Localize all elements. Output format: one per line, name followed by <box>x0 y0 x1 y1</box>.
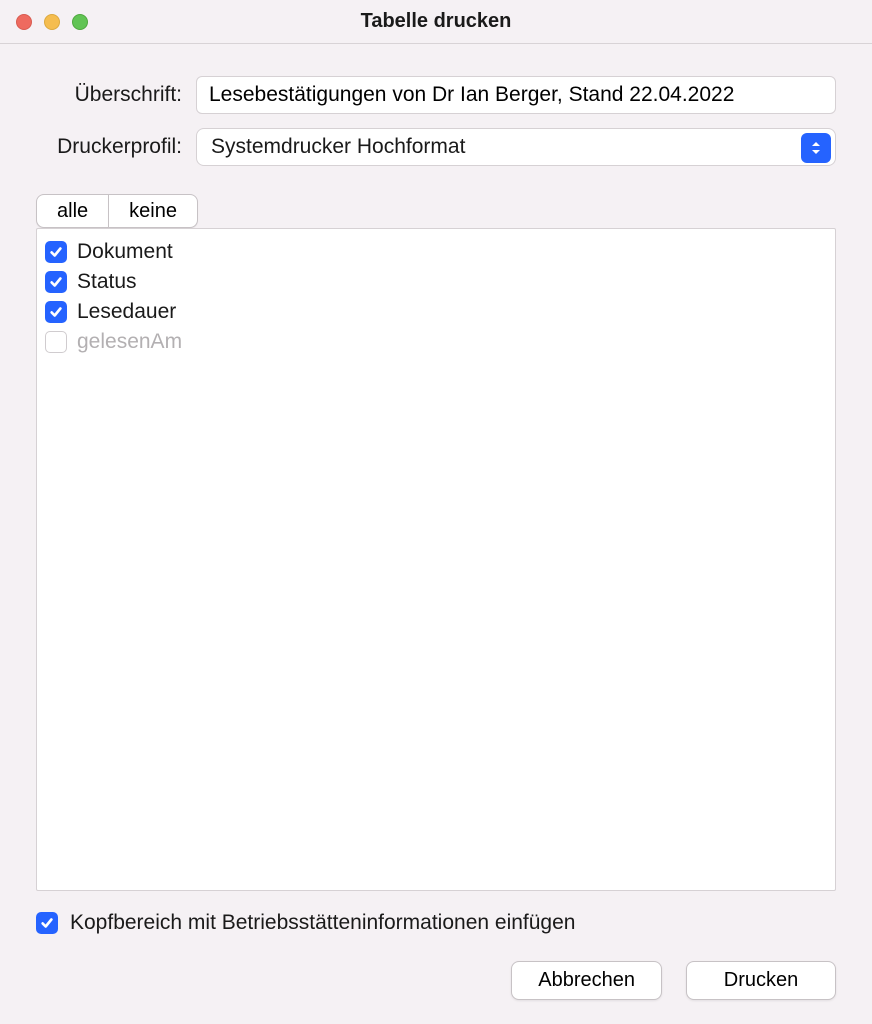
checkbox-checked-icon[interactable] <box>36 912 58 934</box>
zoom-window-icon[interactable] <box>72 14 88 30</box>
checkbox-checked-icon[interactable] <box>45 241 67 263</box>
list-item-label: Status <box>77 270 137 294</box>
list-item-label: Lesedauer <box>77 300 176 324</box>
list-item[interactable]: Status <box>45 267 827 297</box>
heading-label: Überschrift: <box>36 83 196 107</box>
profile-label: Druckerprofil: <box>36 135 196 159</box>
list-item[interactable]: Lesedauer <box>45 297 827 327</box>
window-title: Tabelle drucken <box>0 10 872 33</box>
titlebar: Tabelle drucken <box>0 0 872 44</box>
profile-select[interactable]: Systemdrucker Hochformat <box>196 128 836 166</box>
traffic-lights <box>16 14 88 30</box>
select-arrows-icon <box>801 133 831 163</box>
dialog-content: Überschrift: Druckerprofil: Systemdrucke… <box>0 44 872 1024</box>
checkbox-checked-icon[interactable] <box>45 271 67 293</box>
list-item: gelesenAm <box>45 327 827 357</box>
heading-input[interactable] <box>196 76 836 114</box>
list-item-label: gelesenAm <box>77 330 182 354</box>
minimize-window-icon[interactable] <box>44 14 60 30</box>
header-info-row[interactable]: Kopfbereich mit Betriebsstätteninformati… <box>36 911 836 935</box>
select-none-button[interactable]: keine <box>108 194 198 228</box>
segment-buttons: alle keine <box>36 180 836 228</box>
profile-select-value: Systemdrucker Hochformat <box>211 135 465 159</box>
list-item-label: Dokument <box>77 240 173 264</box>
cancel-button[interactable]: Abbrechen <box>511 961 662 1000</box>
heading-row: Überschrift: <box>36 76 836 114</box>
profile-row: Druckerprofil: Systemdrucker Hochformat <box>36 128 836 166</box>
columns-list: Dokument Status Lesedauer gelesenAm <box>36 228 836 891</box>
list-item[interactable]: Dokument <box>45 237 827 267</box>
print-button[interactable]: Drucken <box>686 961 836 1000</box>
close-window-icon[interactable] <box>16 14 32 30</box>
checkbox-unchecked-icon <box>45 331 67 353</box>
checkbox-checked-icon[interactable] <box>45 301 67 323</box>
header-info-label: Kopfbereich mit Betriebsstätteninformati… <box>70 911 575 935</box>
button-row: Abbrechen Drucken <box>36 961 836 1000</box>
select-all-button[interactable]: alle <box>36 194 109 228</box>
